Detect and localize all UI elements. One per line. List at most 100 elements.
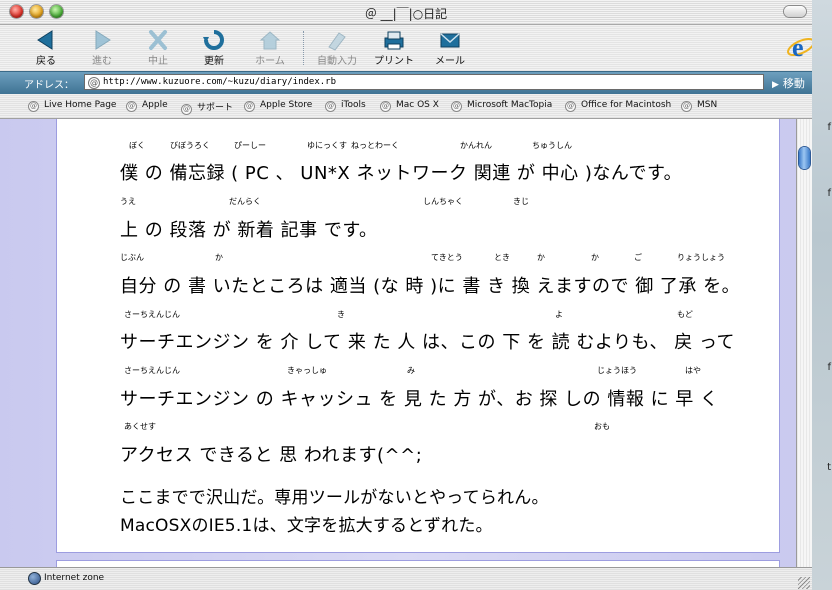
back-button[interactable]: 戻る: [22, 27, 70, 69]
internet-explorer-logo-icon: e: [787, 33, 812, 62]
favorite-link[interactable]: @ Mac OS X: [380, 100, 439, 112]
favorite-link[interactable]: @ Live Home Page: [28, 100, 116, 112]
ruby-text: ちゅうしん: [532, 141, 572, 150]
ruby-text: か: [215, 253, 223, 262]
forward-arrow-icon: [95, 30, 111, 50]
globe-icon: [28, 572, 41, 585]
favorite-icon: @: [451, 101, 462, 112]
address-label: アドレス：: [24, 80, 74, 91]
desktop-background: f f f t: [812, 0, 832, 590]
diary-comment: MacOSXのIE5.1は、文字を拡大するとずれた。: [120, 516, 493, 536]
forward-label: 進む: [92, 56, 112, 67]
favorite-icon: @: [565, 101, 576, 112]
mail-button[interactable]: メール: [426, 27, 474, 69]
address-bar: アドレス： @ ▶移動: [0, 71, 812, 95]
refresh-icon: [203, 30, 224, 50]
favorite-link[interactable]: @ Apple Store: [244, 100, 312, 112]
back-arrow-icon: [37, 30, 53, 50]
ruby-text: はや: [685, 366, 701, 375]
ruby-text: だんらく: [229, 197, 261, 206]
ruby-text: み: [407, 366, 415, 375]
ruby-text: ゆにっくす: [307, 141, 347, 150]
refresh-button[interactable]: 更新: [190, 27, 238, 69]
home-icon: [259, 31, 281, 50]
ruby-text: てきとう: [431, 253, 463, 262]
print-label: プリント: [374, 56, 414, 67]
ruby-text: ねっとわーく: [351, 141, 399, 150]
favorite-link[interactable]: @ MSN: [681, 100, 717, 112]
favorite-link[interactable]: @ サポート: [181, 100, 233, 115]
autofill-label: 自動入力: [317, 56, 357, 67]
ruby-text: しんちゃく: [423, 197, 463, 206]
ruby-text: か: [537, 253, 545, 262]
diary-line: 僕 の 備忘録 ( PC 、 UN*X ネットワーク 関連 が 中心 )なんです…: [120, 163, 683, 184]
favorite-icon: @: [181, 104, 192, 115]
stop-x-icon: [149, 30, 167, 50]
window-title: ＠ __|￣|○日記: [364, 7, 448, 21]
ruby-text: うえ: [120, 197, 136, 206]
go-arrow-icon: ▶: [772, 80, 779, 90]
ruby-text: おも: [594, 422, 610, 431]
forward-button[interactable]: 進む: [78, 27, 126, 69]
page-proxy-icon[interactable]: @: [88, 77, 100, 89]
diary-line: アクセス できると 思 われます(^^;: [120, 445, 423, 466]
toolbar-toggle-button[interactable]: [784, 6, 806, 17]
zone-label: Internet zone: [44, 573, 105, 583]
ruby-text: きじ: [513, 197, 529, 206]
go-button[interactable]: ▶ 移動: [772, 75, 805, 91]
diary-line: サーチエンジン の キャッシュ を 見 た 方 が、お 探 しの 情報 に 早 …: [120, 389, 719, 410]
mail-icon: [440, 33, 460, 48]
favorite-link[interactable]: @ iTools: [325, 100, 366, 112]
diary-line: 上 の 段落 が 新着 記事 です。: [120, 220, 378, 241]
favorite-icon: @: [126, 101, 137, 112]
printer-icon: [384, 31, 404, 50]
ruby-text: き: [337, 310, 345, 319]
print-button[interactable]: プリント: [370, 27, 418, 69]
ruby-text: ご: [634, 253, 642, 262]
ruby-text: ぴーしー: [234, 141, 266, 150]
favorite-link[interactable]: @ Microsoft MacTopia: [451, 100, 552, 112]
favorite-link[interactable]: @ Apple: [126, 100, 168, 112]
ruby-text: あくせす: [124, 422, 156, 431]
back-label: 戻る: [36, 56, 56, 67]
favorite-icon: @: [681, 101, 692, 112]
home-label: ホーム: [255, 56, 285, 67]
ruby-text: とき: [494, 253, 510, 262]
svg-text:e: e: [792, 33, 804, 62]
favorite-icon: @: [325, 101, 336, 112]
ruby-text: よ: [555, 310, 563, 319]
ruby-text: かんれん: [460, 141, 492, 150]
ruby-text: さーちえんじん: [124, 310, 180, 319]
favorites-bar: @ Live Home Page @ Apple @ サポート @ Apple Stor…: [0, 94, 812, 119]
ruby-text: さーちえんじん: [124, 366, 180, 375]
ruby-text: じょうほう: [597, 366, 637, 375]
address-field[interactable]: @: [84, 74, 764, 90]
ruby-text: ぼく: [129, 141, 145, 150]
favorite-icon: @: [380, 101, 391, 112]
ruby-text: もど: [677, 310, 693, 319]
mail-label: メール: [435, 56, 465, 67]
browser-window: ＠ __|￣|○日記 戻る 進む 中止 更新 ホーム 自動入力 プリント メール…: [0, 0, 812, 590]
resize-grip-icon[interactable]: [798, 577, 810, 589]
ruby-text: りょうしょう: [677, 253, 725, 262]
refresh-label: 更新: [204, 56, 224, 67]
desktop-edge-text: f: [827, 188, 831, 199]
diary-comment: ここまでで沢山だ。専用ツールがないとやってられん。: [120, 488, 549, 508]
favorite-icon: @: [244, 101, 255, 112]
desktop-edge-text: f: [827, 362, 831, 373]
ruby-text: きゃっしゅ: [287, 366, 327, 375]
vertical-scrollbar[interactable]: [796, 119, 812, 567]
toolbar-separator: [303, 31, 304, 65]
title-bar[interactable]: ＠ __|￣|○日記: [0, 0, 812, 25]
favorite-icon: @: [28, 101, 39, 112]
autofill-icon: [328, 32, 346, 51]
home-button[interactable]: ホーム: [246, 27, 294, 69]
autofill-button[interactable]: 自動入力: [313, 27, 361, 69]
favorite-link[interactable]: @ Office for Macintosh: [565, 100, 671, 112]
go-label: 移動: [782, 77, 805, 90]
url-input[interactable]: [103, 75, 753, 89]
next-entry-panel: [56, 560, 780, 567]
stop-button[interactable]: 中止: [134, 27, 182, 69]
status-bar: Internet zone: [0, 567, 812, 590]
scrollbar-thumb[interactable]: [799, 147, 810, 169]
